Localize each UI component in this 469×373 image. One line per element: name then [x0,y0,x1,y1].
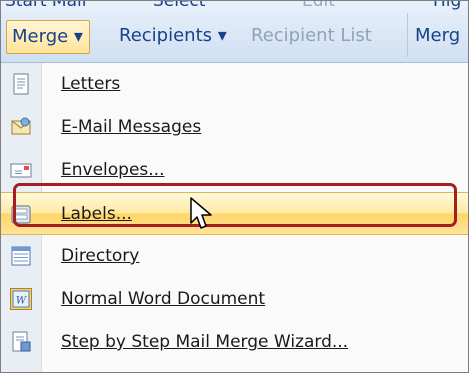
ribbon-group-caption-select: Select [153,0,206,11]
wizard-icon [12,331,31,352]
ribbon-separator [407,13,408,57]
menu-item-normal-word-document[interactable]: W Normal Word Document [1,278,468,321]
select-recipients-button[interactable]: Recipients ▾ [119,20,227,52]
ribbon-group-caption-highlight: Hig [433,0,462,11]
start-mail-merge-button[interactable]: Merge ▾ [6,20,90,54]
edit-recipient-list-button[interactable]: Recipient List [251,20,372,52]
menu-item-label: E-Mail Messages [61,117,202,137]
envelopes-icon [10,163,32,178]
menu-item-directory[interactable]: Directory [1,235,468,278]
menu-item-label: Step by Step Mail Merge Wizard... [61,332,349,352]
menu-item-mail-merge-wizard[interactable]: Step by Step Mail Merge Wizard... [1,321,468,364]
menu-item-label: Directory [61,246,140,266]
ribbon: Start Mail Select Edit Hig Merge ▾ Recip… [1,0,468,63]
mouse-pointer-icon [190,197,212,229]
letters-icon [13,73,29,95]
mail-merge-screenshot: Start Mail Select Edit Hig Merge ▾ Recip… [0,0,469,373]
svg-text:W: W [16,296,27,307]
menu-item-letters[interactable]: Letters [1,63,468,106]
menu-item-label: Letters [61,74,121,94]
menu-item-label: Normal Word Document [61,289,266,309]
callout-highlight-outline [13,183,457,227]
directory-icon [11,246,31,266]
ribbon-group-caption-edit: Edit [302,0,335,11]
word-document-icon: W [10,288,32,310]
highlight-merge-fields-button[interactable]: Merg [415,20,460,52]
email-envelope-icon [11,117,31,135]
menu-item-email-messages[interactable]: E-Mail Messages [1,106,468,149]
ribbon-group-caption-start-mail: Start Mail [5,0,87,11]
